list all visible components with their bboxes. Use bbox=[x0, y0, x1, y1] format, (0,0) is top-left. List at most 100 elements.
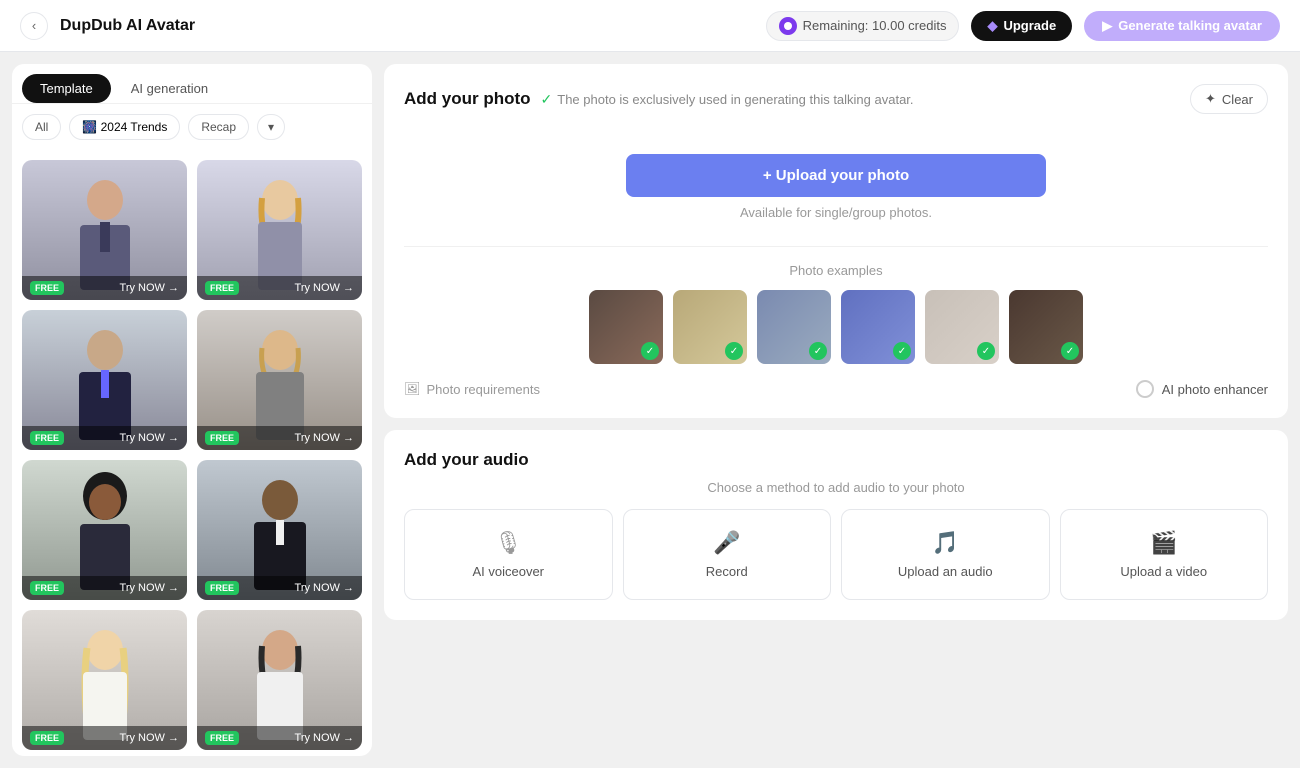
photo-footer: 🖼 Photo requirements AI photo enhancer bbox=[404, 380, 1268, 398]
check-icon: ✓ bbox=[1061, 342, 1079, 360]
templates-grid: FREE Try NOW → FREE Try NOW → bbox=[12, 150, 372, 756]
upload-audio-icon: 🎵 bbox=[932, 530, 959, 556]
clear-button[interactable]: ✦ Clear bbox=[1190, 84, 1268, 114]
upload-video-label: Upload a video bbox=[1120, 564, 1207, 579]
main-content: Add your photo ✓ The photo is exclusivel… bbox=[384, 52, 1300, 768]
divider bbox=[404, 246, 1268, 247]
upload-hint: Available for single/group photos. bbox=[740, 205, 932, 220]
audio-method-upload-video[interactable]: 🎬 Upload a video bbox=[1060, 509, 1269, 600]
credits-badge: Remaining: 10.00 credits bbox=[766, 11, 960, 41]
template-overlay: FREE Try NOW → bbox=[22, 726, 187, 750]
free-badge: FREE bbox=[30, 431, 64, 445]
filter-all[interactable]: All bbox=[22, 114, 61, 140]
audio-method-voiceover[interactable]: 🎙 AI voiceover bbox=[404, 509, 613, 600]
credits-text: Remaining: 10.00 credits bbox=[803, 18, 947, 33]
free-badge: FREE bbox=[205, 731, 239, 745]
try-now-label: Try NOW → bbox=[120, 432, 179, 444]
template-overlay: FREE Try NOW → bbox=[22, 276, 187, 300]
app-title: DupDub AI Avatar bbox=[60, 17, 195, 35]
template-overlay: FREE Try NOW → bbox=[22, 426, 187, 450]
template-overlay: FREE Try NOW → bbox=[197, 426, 362, 450]
upgrade-label: Upgrade bbox=[1003, 18, 1056, 33]
generate-label: Generate talking avatar bbox=[1118, 18, 1262, 33]
credits-icon bbox=[779, 17, 797, 35]
free-badge: FREE bbox=[30, 581, 64, 595]
free-badge: FREE bbox=[205, 431, 239, 445]
photo-example: ✓ bbox=[841, 290, 915, 364]
sidebar-tabs: Template AI generation bbox=[12, 64, 372, 104]
audio-methods: 🎙 AI voiceover 🎤 Record 🎵 Upload an audi… bbox=[404, 509, 1268, 600]
header-left: ‹ DupDub AI Avatar bbox=[20, 12, 195, 40]
clear-icon: ✦ bbox=[1205, 91, 1216, 107]
generate-button[interactable]: ▶ Generate talking avatar bbox=[1084, 11, 1280, 41]
check-icon: ✓ bbox=[893, 342, 911, 360]
template-card[interactable]: FREE Try NOW → bbox=[22, 310, 187, 450]
filter-more-dropdown[interactable]: ▾ bbox=[257, 114, 285, 140]
template-overlay: FREE Try NOW → bbox=[197, 576, 362, 600]
voiceover-icon: 🎙 bbox=[494, 530, 522, 556]
check-icon: ✓ bbox=[725, 342, 743, 360]
filter-row: All 🎆 2024 Trends Recap ▾ bbox=[12, 104, 372, 150]
template-card[interactable]: FREE Try NOW → bbox=[197, 460, 362, 600]
free-badge: FREE bbox=[205, 281, 239, 295]
clear-label: Clear bbox=[1222, 92, 1253, 107]
audio-method-record[interactable]: 🎤 Record bbox=[623, 509, 832, 600]
photo-example: ✓ bbox=[673, 290, 747, 364]
tab-template[interactable]: Template bbox=[22, 74, 111, 103]
audio-method-upload-audio[interactable]: 🎵 Upload an audio bbox=[841, 509, 1050, 600]
upload-photo-button[interactable]: + Upload your photo bbox=[626, 154, 1046, 197]
try-now-label: Try NOW → bbox=[120, 732, 179, 744]
record-icon: 🎤 bbox=[713, 530, 740, 556]
photo-privacy-text: ✓ The photo is exclusively used in gener… bbox=[541, 91, 914, 108]
header: ‹ DupDub AI Avatar Remaining: 10.00 cred… bbox=[0, 0, 1300, 52]
upload-area: + Upload your photo Available for single… bbox=[404, 134, 1268, 230]
try-now-label: Try NOW → bbox=[295, 282, 354, 294]
photo-example: ✓ bbox=[757, 290, 831, 364]
photo-section: Add your photo ✓ The photo is exclusivel… bbox=[384, 64, 1288, 418]
tab-ai-generation[interactable]: AI generation bbox=[113, 74, 226, 103]
template-card[interactable]: FREE Try NOW → bbox=[22, 460, 187, 600]
template-card[interactable]: FREE Try NOW → bbox=[197, 610, 362, 750]
check-icon: ✓ bbox=[641, 342, 659, 360]
generate-icon: ▶ bbox=[1102, 18, 1112, 34]
voiceover-label: AI voiceover bbox=[472, 564, 544, 579]
upload-video-icon: 🎬 bbox=[1150, 530, 1177, 556]
shield-icon: ✓ bbox=[541, 91, 553, 108]
photo-section-header: Add your photo ✓ The photo is exclusivel… bbox=[404, 84, 1268, 114]
ai-enhancer-label: AI photo enhancer bbox=[1162, 382, 1268, 397]
main-layout: Template AI generation All 🎆 2024 Trends… bbox=[0, 52, 1300, 768]
audio-choose-hint: Choose a method to add audio to your pho… bbox=[404, 480, 1268, 495]
audio-section: Add your audio Choose a method to add au… bbox=[384, 430, 1288, 620]
diamond-icon: ◆ bbox=[987, 18, 997, 34]
try-now-label: Try NOW → bbox=[295, 432, 354, 444]
template-card[interactable]: FREE Try NOW → bbox=[197, 160, 362, 300]
try-now-label: Try NOW → bbox=[295, 732, 354, 744]
photo-req-label: Photo requirements bbox=[427, 382, 540, 397]
filter-recap[interactable]: Recap bbox=[188, 114, 249, 140]
template-overlay: FREE Try NOW → bbox=[197, 726, 362, 750]
record-label: Record bbox=[706, 564, 748, 579]
back-button[interactable]: ‹ bbox=[20, 12, 48, 40]
free-badge: FREE bbox=[30, 281, 64, 295]
photo-requirements[interactable]: 🖼 Photo requirements bbox=[404, 381, 540, 397]
ai-photo-enhancer: AI photo enhancer bbox=[1136, 380, 1268, 398]
photo-example: ✓ bbox=[589, 290, 663, 364]
template-card[interactable]: FREE Try NOW → bbox=[22, 160, 187, 300]
photo-example: ✓ bbox=[1009, 290, 1083, 364]
ai-enhancer-toggle[interactable] bbox=[1136, 380, 1154, 398]
photo-examples-row: ✓ ✓ ✓ ✓ ✓ ✓ bbox=[404, 290, 1268, 364]
template-card[interactable]: FREE Try NOW → bbox=[22, 610, 187, 750]
upload-audio-label: Upload an audio bbox=[898, 564, 993, 579]
check-icon: ✓ bbox=[809, 342, 827, 360]
upgrade-button[interactable]: ◆ Upgrade bbox=[971, 11, 1072, 41]
header-right: Remaining: 10.00 credits ◆ Upgrade ▶ Gen… bbox=[766, 11, 1280, 41]
template-card[interactable]: FREE Try NOW → bbox=[197, 310, 362, 450]
free-badge: FREE bbox=[205, 581, 239, 595]
try-now-label: Try NOW → bbox=[120, 282, 179, 294]
audio-section-title: Add your audio bbox=[404, 450, 1268, 470]
sidebar: Template AI generation All 🎆 2024 Trends… bbox=[12, 64, 372, 756]
template-overlay: FREE Try NOW → bbox=[22, 576, 187, 600]
filter-trends[interactable]: 🎆 2024 Trends bbox=[69, 114, 180, 140]
check-icon: ✓ bbox=[977, 342, 995, 360]
photo-examples-label: Photo examples bbox=[404, 263, 1268, 278]
